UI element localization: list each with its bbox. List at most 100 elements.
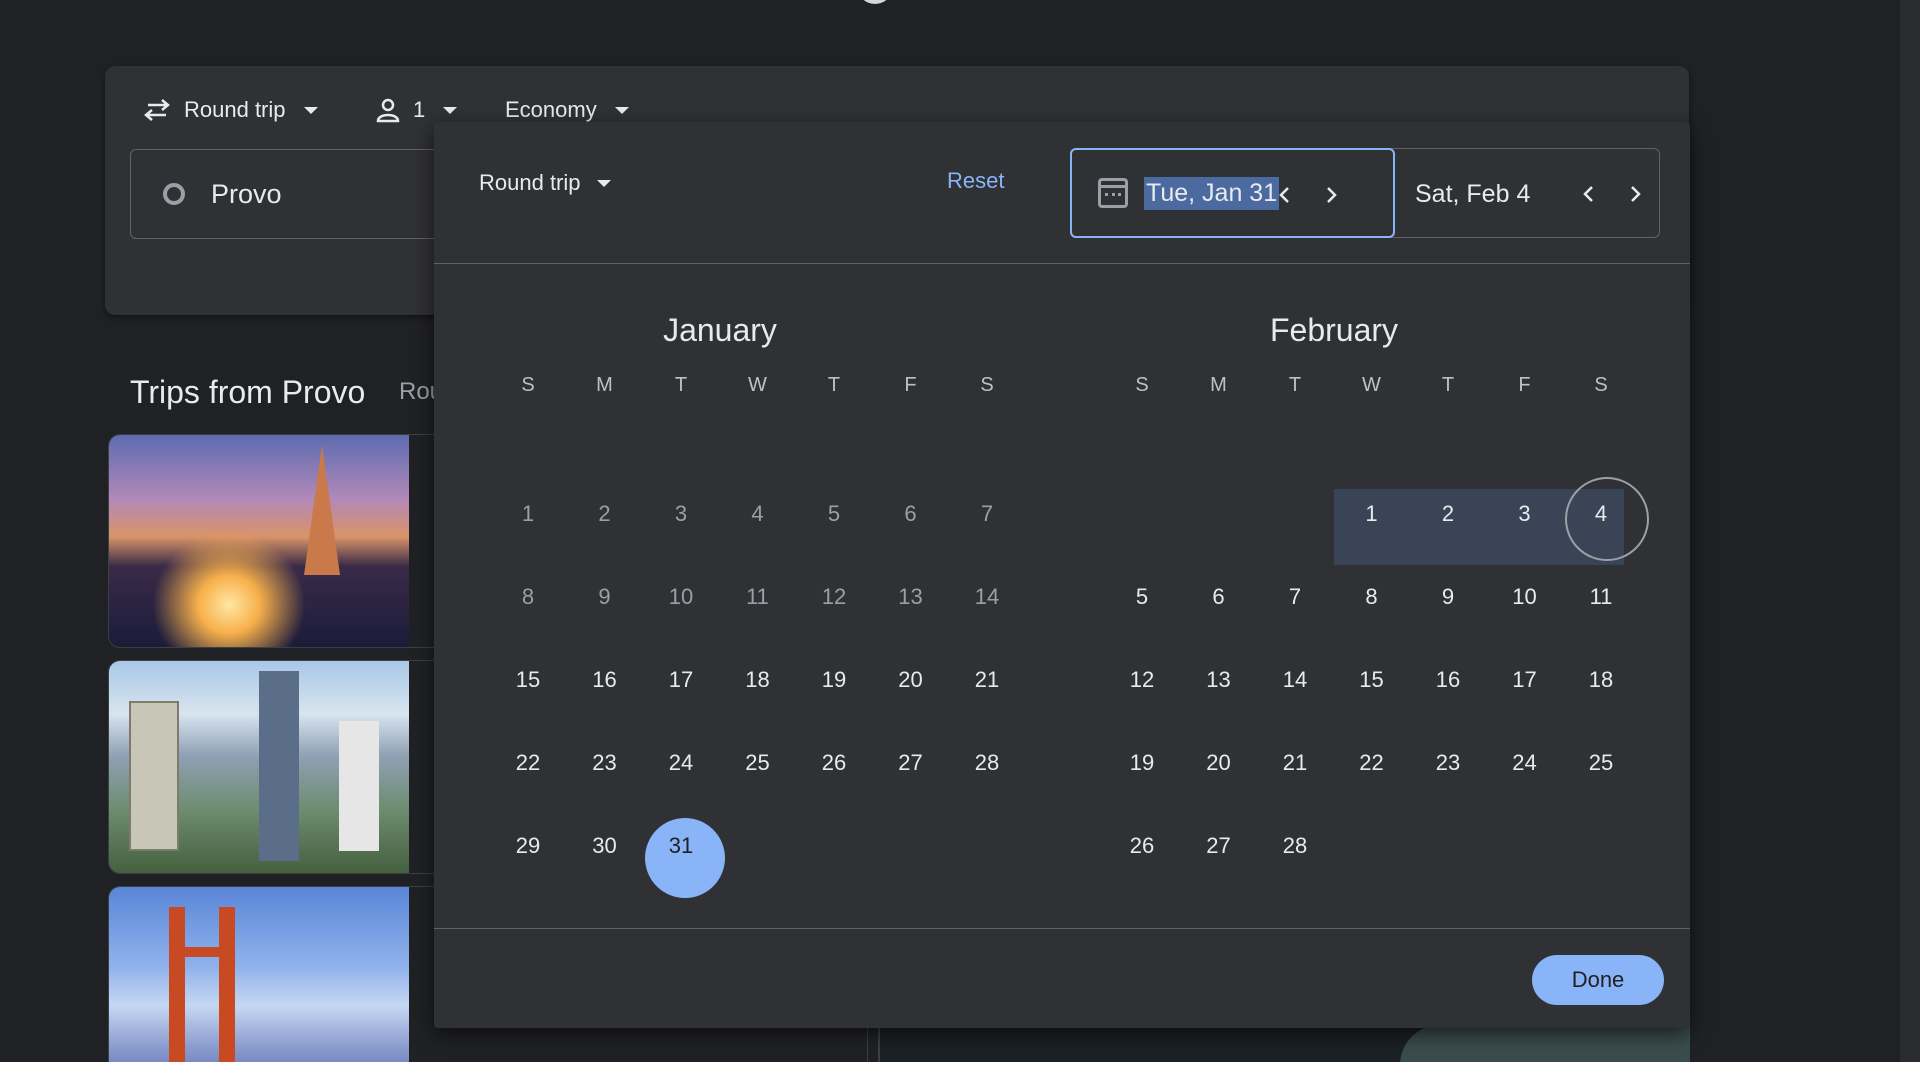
calendar-day[interactable]: 27 [873,733,949,809]
calendar-day[interactable]: 13 [873,567,949,643]
calendar-day-number: 23 [592,750,617,775]
calendar-day[interactable]: 13 [1181,650,1257,726]
calendar-day[interactable]: 25 [720,733,796,809]
date-picker-dialog: Round trip Reset Tue, Jan 31 Sat, Feb 4 … [434,122,1690,1028]
calendar-day[interactable]: 19 [796,650,872,726]
calendar-day[interactable]: 5 [1104,567,1180,643]
calendar-day[interactable]: 28 [949,733,1025,809]
calendar-day[interactable]: 2 [1410,484,1486,560]
calendar-day[interactable]: 30 [567,816,643,892]
calendar-day[interactable]: 7 [1257,567,1333,643]
weekday-label: T [827,374,841,396]
calendar-day[interactable]: 29 [490,816,566,892]
calendar-day[interactable]: 8 [1334,567,1410,643]
calendar-day[interactable]: 11 [1563,567,1639,643]
chevron-left-icon[interactable] [1272,182,1298,208]
calendar-day-number: 26 [821,750,847,775]
calendar-day[interactable]: 14 [949,567,1025,643]
chevron-down-icon [443,106,458,114]
calendar-day[interactable]: 17 [643,650,719,726]
calendar-day-number: 17 [1512,667,1537,692]
calendar-day[interactable]: 10 [1487,567,1563,643]
calendar-day[interactable]: 23 [567,733,643,809]
calendar-day[interactable]: 24 [643,733,719,809]
vertical-scrollbar[interactable] [1900,0,1920,1062]
done-button[interactable]: Done [1532,955,1664,1005]
calendar-day[interactable]: 15 [490,650,566,726]
chevron-right-icon[interactable] [1318,182,1344,208]
calendar-day[interactable]: 26 [1104,816,1180,892]
calendar-day[interactable]: 1 [490,484,566,560]
calendar-day[interactable]: 9 [1410,567,1486,643]
calendar-day[interactable]: 2 [567,484,643,560]
calendar-day[interactable]: 20 [1181,733,1257,809]
calendar-day-number: 4 [1594,501,1608,526]
passengers-count: 1 [413,97,426,122]
reset-button[interactable]: Reset [947,168,1004,194]
calendar-day-number: 2 [1441,501,1455,526]
calendar-day[interactable]: 31 [643,816,725,898]
calendar-day-number: 9 [1441,584,1455,609]
calendar-day[interactable]: 21 [1257,733,1333,809]
calendar-day-number: 19 [1129,750,1155,775]
chevron-right-icon[interactable] [1622,181,1648,207]
calendar-day[interactable]: 27 [1181,816,1257,892]
calendar-day[interactable]: 19 [1104,733,1180,809]
calendar-day[interactable]: 18 [1563,650,1639,726]
calendar-day[interactable]: 9 [567,567,643,643]
calendar-day[interactable]: 6 [1181,567,1257,643]
calendar-day[interactable]: 4 [1563,477,1649,561]
calendar-day[interactable]: 7 [949,484,1025,560]
weekday-header: SMTWTFS [490,374,993,404]
calendar-day[interactable]: 11 [720,567,796,643]
picker-trip-type-dropdown[interactable]: Round trip [479,170,611,196]
calendar-day[interactable]: 28 [1257,816,1333,892]
calendar-day[interactable]: 12 [796,567,872,643]
calendar-day[interactable]: 5 [796,484,872,560]
calendar-day[interactable]: 16 [1410,650,1486,726]
weekday-label: T [1441,374,1455,396]
chevron-down-icon [614,106,629,114]
calendar-day[interactable]: 3 [643,484,719,560]
calendar-day[interactable]: 16 [567,650,643,726]
calendar-day[interactable]: 4 [720,484,796,560]
calendar-day[interactable]: 26 [796,733,872,809]
calendar-day[interactable]: 22 [1334,733,1410,809]
weekday-label: S [980,374,994,396]
calendar-day-number: 5 [1135,584,1149,609]
weekday-label: M [596,374,613,396]
calendar-day-number: 28 [1282,833,1308,858]
calendar-day[interactable]: 15 [1334,650,1410,726]
calendar-day[interactable]: 8 [490,567,566,643]
calendar-day[interactable]: 14 [1257,650,1333,726]
calendar-day-number: 1 [1365,501,1378,526]
calendar-day[interactable]: 1 [1334,484,1410,560]
calendar-day[interactable]: 20 [873,650,949,726]
calendar-day[interactable]: 18 [720,650,796,726]
calendar-day[interactable]: 25 [1563,733,1639,809]
calendar-day-number: 13 [898,584,923,609]
calendar-day-number: 21 [974,667,1000,692]
calendar-day-number: 18 [745,667,770,692]
calendar-day[interactable]: 24 [1487,733,1563,809]
calendar-day-number: 8 [1365,584,1378,609]
month-title: February [1269,312,1399,348]
calendar-day-number: 4 [751,501,764,526]
return-date-field[interactable]: Sat, Feb 4 [1415,149,1530,239]
calendar-day[interactable]: 23 [1410,733,1486,809]
calendar-day[interactable]: 22 [490,733,566,809]
trip-type-dropdown[interactable]: Round trip [142,90,318,130]
calendar-day[interactable]: 10 [643,567,719,643]
chevron-left-icon[interactable] [1576,181,1602,207]
calendar-day[interactable]: 17 [1487,650,1563,726]
logo-fragment [857,0,893,4]
calendar-day-number: 28 [974,750,1000,775]
calendar-day[interactable]: 6 [873,484,949,560]
month-title: January [663,312,777,348]
calendar-day-number: 27 [898,750,923,775]
calendar-day-number: 30 [592,833,617,858]
calendar-day[interactable]: 12 [1104,650,1180,726]
calendar-day[interactable]: 21 [949,650,1025,726]
departure-date-field[interactable]: Tue, Jan 31 [1070,148,1395,238]
calendar-day[interactable]: 3 [1487,484,1563,560]
